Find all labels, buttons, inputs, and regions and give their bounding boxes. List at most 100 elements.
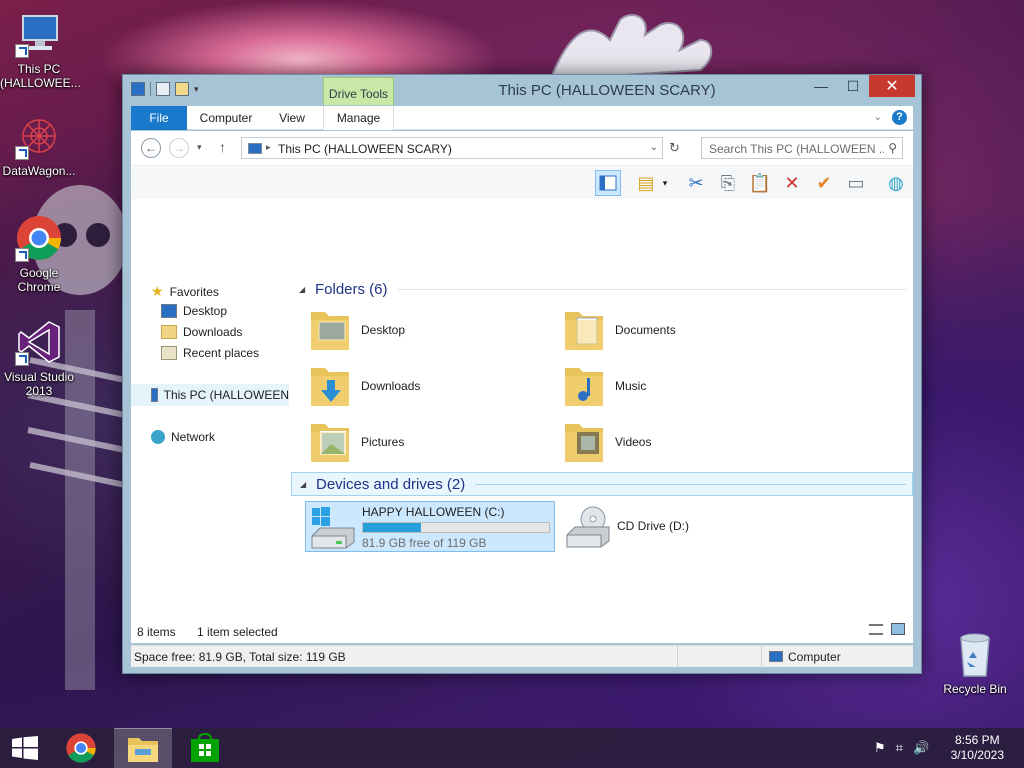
folder-label: Downloads <box>361 379 421 393</box>
file-explorer-icon <box>128 737 158 762</box>
shortcut-arrow-icon <box>15 44 29 58</box>
group-divider <box>397 288 907 290</box>
refresh-icon[interactable]: ↻ <box>669 140 680 156</box>
back-button[interactable]: ← <box>141 138 161 158</box>
location-label: Computer <box>788 650 841 664</box>
shortcut-arrow-icon <box>15 352 29 366</box>
dropdown-chevron-icon[interactable]: ▾ <box>659 170 671 196</box>
folder-videos[interactable]: Videos <box>563 417 803 467</box>
network-icon[interactable]: ⌗ <box>896 740 903 756</box>
tab-manage[interactable]: Manage <box>323 106 394 130</box>
help-icon[interactable]: ? <box>892 110 907 125</box>
computer-icon <box>15 10 63 58</box>
system-tray: ⚑ ⌗ 🔊 <box>874 740 929 756</box>
tab-view[interactable]: View <box>267 106 317 130</box>
folder-desktop[interactable]: Desktop <box>309 305 549 355</box>
command-toolbar: ▤ ▾ ✂ ⎘ 📋 ✕ ✔ ▭ ◍ <box>131 165 913 199</box>
close-button[interactable]: ✕ <box>869 75 915 97</box>
properties-icon[interactable]: ▤ <box>633 170 659 196</box>
collapse-arrow-icon[interactable]: ◢ <box>299 285 309 294</box>
up-arrow-icon[interactable]: ↑ <box>219 139 226 155</box>
drive-d[interactable]: CD Drive (D:) <box>561 501 811 552</box>
title-bar[interactable]: ▾ Drive Tools This PC (HALLOWEEN SCARY) … <box>123 75 921 105</box>
maximize-button[interactable]: ☐ <box>837 75 869 97</box>
rename-check-icon[interactable]: ✔ <box>811 170 837 196</box>
desktop-icon-visual-studio[interactable]: Visual Studio 2013 <box>0 318 78 398</box>
desktop-icon <box>161 304 177 318</box>
desktop-icon-label: This PC (HALLOWEE... <box>0 62 81 90</box>
ribbon-tabs: File Computer View Manage ⌄ ? <box>131 106 913 130</box>
date: 3/10/2023 <box>950 748 1004 762</box>
status-bar: 8 items 1 item selected <box>131 615 913 643</box>
flag-icon[interactable]: ⚑ <box>874 740 886 756</box>
tab-file[interactable]: File <box>131 106 187 130</box>
desktop-icon-label: Visual Studio 2013 <box>4 370 74 398</box>
volume-icon[interactable]: 🔊 <box>913 740 929 756</box>
drive-name: HAPPY HALLOWEEN (C:) <box>362 505 505 519</box>
folder-downloads[interactable]: Downloads <box>309 361 549 411</box>
folder-documents[interactable]: Documents <box>563 305 803 355</box>
copy-icon[interactable]: ⎘ <box>715 170 741 196</box>
windows-logo-icon <box>12 736 38 760</box>
desktop-icon-recycle-bin[interactable]: Recycle Bin <box>936 630 1014 696</box>
nav-desktop[interactable]: Desktop <box>161 304 227 318</box>
nav-downloads[interactable]: Downloads <box>161 325 242 339</box>
breadcrumb-chevron-icon[interactable]: ▸ <box>266 142 271 153</box>
folder-label: Videos <box>615 435 652 449</box>
shortcut-arrow-icon <box>15 248 29 262</box>
delete-icon[interactable]: ✕ <box>779 170 805 196</box>
paste-icon[interactable]: 📋 <box>747 170 773 196</box>
nav-label: Recent places <box>183 346 260 360</box>
drive-c[interactable]: HAPPY HALLOWEEN (C:) 81.9 GB free of 119… <box>305 501 555 552</box>
address-bar-row: ← → ▾ ↑ ▸ This PC (HALLOWEEN SCARY) ⌄ ↻ … <box>131 131 913 165</box>
taskbar-file-explorer[interactable] <box>114 728 172 768</box>
downloads-folder-icon <box>311 368 349 406</box>
taskbar-chrome[interactable] <box>52 728 110 768</box>
rename-icon[interactable]: ▭ <box>843 170 869 196</box>
clock[interactable]: 8:56 PM 3/10/2023 <box>951 733 1004 763</box>
datawagon-icon <box>15 112 63 160</box>
videos-folder-icon <box>565 424 603 462</box>
recent-locations-chevron-icon[interactable]: ▾ <box>197 142 202 153</box>
expand-ribbon-icon[interactable]: ⌄ <box>874 112 882 123</box>
tab-computer[interactable]: Computer <box>191 106 261 130</box>
group-header-devices[interactable]: ◢ Devices and drives (2) <box>291 472 913 496</box>
details-divider <box>677 646 678 668</box>
search-input[interactable]: Search This PC (HALLOWEEN ... ⚲ <box>701 137 903 159</box>
desktop-icon-this-pc[interactable]: This PC (HALLOWEE... <box>0 10 81 90</box>
windows-drive-icon <box>311 507 355 549</box>
window-controls: — ☐ ✕ <box>805 75 915 97</box>
forward-button[interactable]: → <box>169 138 189 158</box>
nav-recent-places[interactable]: Recent places <box>161 346 259 360</box>
desktop-icon-label: DataWagon... <box>2 164 76 178</box>
desktop-icon-google-chrome[interactable]: Google Chrome <box>0 214 78 294</box>
address-field[interactable]: ▸ This PC (HALLOWEEN SCARY) ⌄ <box>241 137 663 159</box>
folder-label: Pictures <box>361 435 405 449</box>
cut-icon[interactable]: ✂ <box>683 170 709 196</box>
nav-favorites[interactable]: ★ Favorites <box>151 283 219 300</box>
details-bar: Space free: 81.9 GB, Total size: 119 GB … <box>131 645 913 668</box>
nav-label: This PC (HALLOWEEN <box>163 388 289 402</box>
minimize-button[interactable]: — <box>805 75 837 97</box>
collapse-arrow-icon[interactable]: ◢ <box>300 480 310 489</box>
nav-this-pc[interactable]: This PC (HALLOWEEN <box>131 384 289 406</box>
network-globe-icon[interactable]: ◍ <box>883 170 909 196</box>
desktop-icon-datawagon[interactable]: DataWagon... <box>0 112 78 178</box>
taskbar-store[interactable] <box>176 728 234 768</box>
start-button[interactable] <box>0 728 50 768</box>
details-view-icon[interactable] <box>869 624 883 635</box>
nav-network[interactable]: Network <box>151 430 215 444</box>
group-header-folders[interactable]: ◢ Folders (6) <box>291 277 913 301</box>
selection-count: 1 item selected <box>197 625 278 639</box>
navigation-pane-button[interactable] <box>595 170 621 196</box>
drive-usage-fill <box>363 523 422 532</box>
search-icon[interactable]: ⚲ <box>888 141 897 155</box>
address-text: This PC (HALLOWEEN SCARY) <box>278 142 452 156</box>
large-icons-view-icon[interactable] <box>891 623 905 635</box>
nav-label: Desktop <box>183 304 228 318</box>
window-title: This PC (HALLOWEEN SCARY) <box>498 82 716 99</box>
cd-drive-icon <box>566 506 610 548</box>
folder-music[interactable]: Music <box>563 361 803 411</box>
address-dropdown-icon[interactable]: ⌄ <box>650 142 658 153</box>
folder-pictures[interactable]: Pictures <box>309 417 549 467</box>
